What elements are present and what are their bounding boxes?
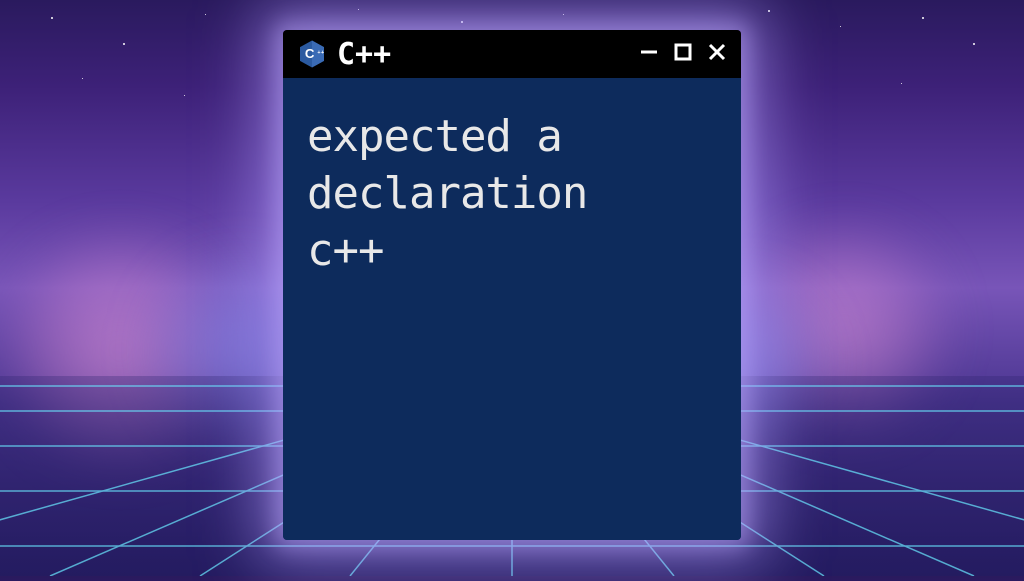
window-body: expected a declaration c++ <box>283 78 741 540</box>
close-button[interactable] <box>707 41 727 67</box>
minimize-button[interactable] <box>639 42 659 66</box>
error-message-text: expected a declaration c++ <box>307 108 717 280</box>
cpp-hexagon-icon: C + + <box>297 39 327 69</box>
svg-text:+: + <box>321 50 324 56</box>
svg-text:+: + <box>317 50 320 56</box>
maximize-button[interactable] <box>673 42 693 66</box>
titlebar[interactable]: C + + C++ <box>283 30 741 78</box>
terminal-window: C + + C++ expected a declaration c++ <box>283 30 741 540</box>
window-title: C++ <box>337 37 629 72</box>
svg-text:C: C <box>305 46 315 61</box>
window-controls <box>639 41 727 67</box>
